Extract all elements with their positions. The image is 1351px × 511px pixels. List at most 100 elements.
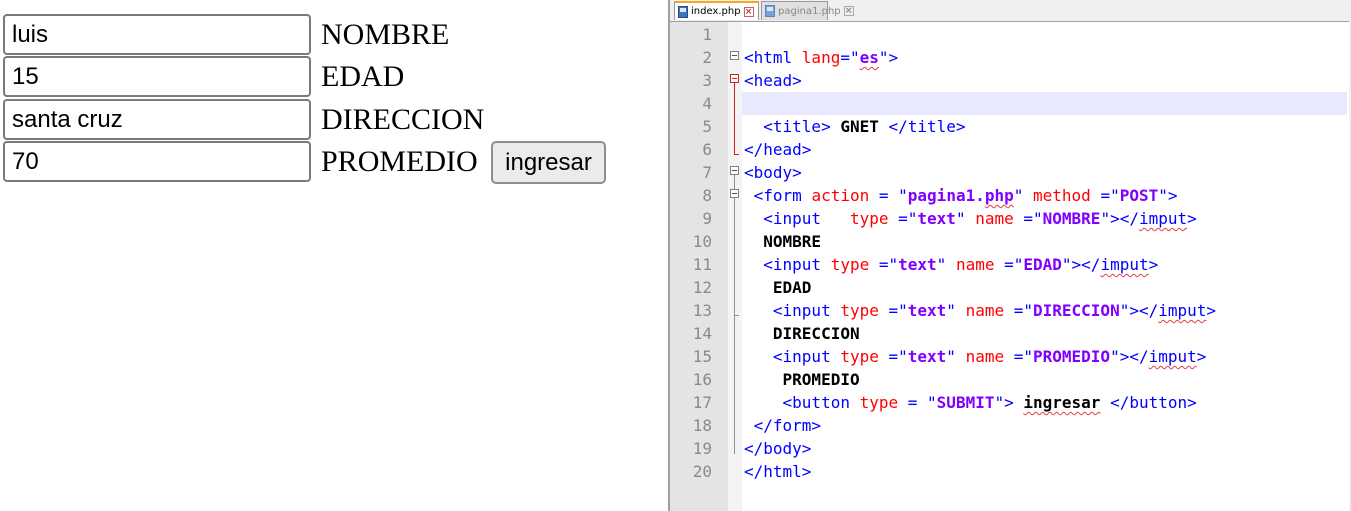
direccion-label: DIRECCION bbox=[321, 103, 485, 136]
code-token: = " bbox=[878, 186, 908, 205]
code-line[interactable]: 7 <body> bbox=[670, 161, 1349, 184]
line-number: 7 bbox=[702, 163, 712, 182]
code-line[interactable]: 6 </head> bbox=[670, 138, 1349, 161]
code-line[interactable]: 12 EDAD bbox=[670, 276, 1349, 299]
code-token: =" bbox=[878, 255, 899, 274]
code-token: " bbox=[955, 209, 976, 228]
code-line[interactable]: 17 <button type = "SUBMIT"> ingresar </b… bbox=[670, 391, 1349, 414]
code-line[interactable]: 19 </body> bbox=[670, 437, 1349, 460]
code-line[interactable]: 1 bbox=[670, 23, 1349, 46]
code-token: </body> bbox=[744, 439, 812, 458]
code-token: > bbox=[1196, 347, 1207, 366]
code-line[interactable]: 2 <html lang="es"> bbox=[670, 46, 1349, 69]
code-token: "> bbox=[994, 393, 1024, 412]
save-file-icon bbox=[678, 5, 688, 18]
code-token: php bbox=[984, 186, 1014, 205]
code-token: </html> bbox=[744, 462, 812, 481]
code-line[interactable]: 9 <input type ="text" name ="NOMBRE"></i… bbox=[670, 207, 1349, 230]
code-token: </title> bbox=[878, 117, 966, 136]
tab-label: pagina1.php bbox=[778, 5, 841, 17]
code-token: <form bbox=[744, 186, 812, 205]
direccion-input[interactable] bbox=[3, 99, 311, 140]
promedio-input[interactable] bbox=[3, 141, 311, 182]
code-token: =" bbox=[1100, 186, 1120, 205]
code-text: <button type = "SUBMIT"> ingresar </butt… bbox=[744, 391, 1197, 414]
code-token: type bbox=[840, 347, 889, 366]
line-number: 20 bbox=[692, 462, 712, 481]
edad-input[interactable] bbox=[3, 56, 311, 97]
tab-index-php[interactable]: index.php × bbox=[674, 1, 759, 20]
code-token: text bbox=[917, 209, 956, 228]
code-token: =" bbox=[888, 301, 908, 320]
code-token: "> bbox=[878, 48, 899, 67]
code-token: =" bbox=[1013, 347, 1033, 366]
code-token: DIRECCION bbox=[744, 324, 860, 343]
code-line[interactable]: 18 </form> bbox=[670, 414, 1349, 437]
code-text: PROMEDIO bbox=[744, 368, 860, 391]
code-token: imput bbox=[1138, 209, 1188, 228]
code-text: <head> bbox=[744, 69, 802, 92]
code-line[interactable]: 11 <input type ="text" name ="EDAD"></im… bbox=[670, 253, 1349, 276]
tab-pagina1-php[interactable]: pagina1.php × bbox=[761, 1, 854, 20]
code-line[interactable]: 8 <form action = "pagina1.php" method ="… bbox=[670, 184, 1349, 207]
code-token: <input bbox=[744, 255, 831, 274]
line-number: 5 bbox=[702, 117, 712, 136]
line-number: 9 bbox=[702, 209, 712, 228]
code-token: imput bbox=[1158, 301, 1207, 320]
code-token: "></ bbox=[1119, 301, 1159, 320]
code-token: <input bbox=[744, 209, 850, 228]
code-token: "></ bbox=[1110, 347, 1149, 366]
code-token: name bbox=[955, 255, 1005, 274]
nombre-input[interactable] bbox=[3, 14, 311, 55]
line-number: 14 bbox=[692, 324, 712, 343]
code-token: type bbox=[840, 301, 889, 320]
code-text: </html> bbox=[744, 460, 811, 483]
code-token: imput bbox=[1100, 255, 1149, 274]
code-line[interactable]: 16 PROMEDIO bbox=[670, 368, 1349, 391]
code-token: > bbox=[1148, 255, 1159, 274]
rendered-form: NOMBRE EDAD DIRECCION PROMEDIO ingresar bbox=[0, 0, 668, 511]
code-token: =" bbox=[1013, 301, 1033, 320]
line-number: 16 bbox=[692, 370, 712, 389]
edad-label: EDAD bbox=[321, 60, 405, 93]
code-text: <input type ="text" name ="NOMBRE"></imp… bbox=[744, 207, 1197, 230]
ingresar-button[interactable]: ingresar bbox=[491, 141, 606, 184]
code-token: " bbox=[946, 347, 966, 366]
code-text: <input type ="text" name ="EDAD"></imput… bbox=[744, 253, 1158, 276]
code-token: " bbox=[946, 301, 966, 320]
code-token: pagina1. bbox=[907, 186, 985, 205]
line-number: 13 bbox=[692, 301, 712, 320]
code-text: </form> bbox=[744, 414, 821, 437]
code-line[interactable]: 3 <head> bbox=[670, 69, 1349, 92]
code-line[interactable]: 14 DIRECCION bbox=[670, 322, 1349, 345]
code-token: "></ bbox=[1100, 209, 1139, 228]
code-line[interactable]: 10 NOMBRE bbox=[670, 230, 1349, 253]
line-number: 1 bbox=[702, 25, 712, 44]
code-token: <head> bbox=[744, 71, 802, 90]
code-line[interactable]: 15 <input type ="text" name ="PROMEDIO">… bbox=[670, 345, 1349, 368]
line-number: 2 bbox=[702, 48, 712, 67]
code-token: </form> bbox=[744, 416, 822, 435]
code-token: =" bbox=[888, 347, 908, 366]
close-tab-icon[interactable]: × bbox=[843, 6, 854, 16]
code-line[interactable]: 4 bbox=[670, 92, 1349, 115]
code-token: imput bbox=[1148, 347, 1197, 366]
code-line[interactable]: 20 </html> bbox=[670, 460, 1349, 483]
code-text: NOMBRE bbox=[744, 230, 821, 253]
line-number: 11 bbox=[692, 255, 712, 274]
code-token: <input bbox=[744, 347, 841, 366]
close-tab-icon[interactable]: × bbox=[743, 6, 754, 17]
code-token: <body> bbox=[744, 163, 802, 182]
code-line[interactable]: 5 <title> GNET </title> bbox=[670, 115, 1349, 138]
code-text: </head> bbox=[744, 138, 811, 161]
line-number: 17 bbox=[692, 393, 712, 412]
code-line[interactable]: 13 <input type ="text" name ="DIRECCION"… bbox=[670, 299, 1349, 322]
code-token: > bbox=[1187, 209, 1197, 228]
code-token: text bbox=[907, 301, 947, 320]
code-text: <html lang="es"> bbox=[744, 46, 898, 69]
code-token: <input bbox=[744, 301, 841, 320]
line-number: 4 bbox=[702, 94, 712, 113]
code-token: EDAD bbox=[1023, 255, 1062, 274]
code-text-area[interactable]: 1 2 <html lang="es"> 3 <head> 4 5 <title> GNET… bbox=[670, 21, 1349, 511]
code-token: name bbox=[965, 301, 1014, 320]
